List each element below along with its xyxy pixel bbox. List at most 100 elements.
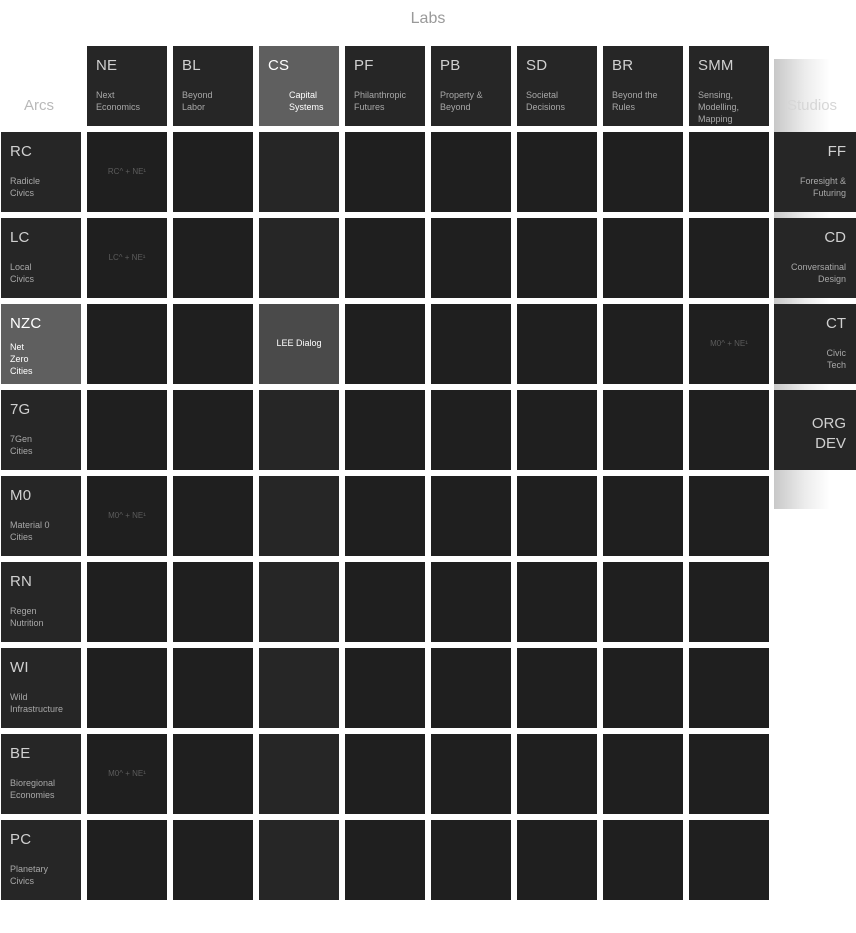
matrix-cell[interactable]: M0^ + NE¹ (689, 304, 769, 384)
matrix-cell[interactable] (517, 562, 597, 642)
matrix-cell[interactable] (517, 648, 597, 728)
matrix-cell[interactable] (173, 820, 253, 900)
arc-header-wi[interactable]: WI Wild Infrastructure (1, 648, 81, 728)
lab-header-br[interactable]: BR Beyond the Rules (603, 46, 683, 126)
matrix-cell[interactable] (603, 390, 683, 470)
matrix-cell[interactable] (173, 218, 253, 298)
matrix-cell[interactable] (603, 218, 683, 298)
lab-header-cs[interactable]: CS Capital Systems (259, 46, 339, 126)
matrix-cell[interactable]: M0^ + NE¹ (87, 734, 167, 814)
matrix-cell[interactable] (689, 218, 769, 298)
studio-ff[interactable]: FF Foresight & Futuring (774, 132, 856, 212)
matrix-cell[interactable] (345, 476, 425, 556)
matrix-cell[interactable] (603, 820, 683, 900)
matrix-cell[interactable] (689, 562, 769, 642)
matrix-cell[interactable] (259, 132, 339, 212)
arc-header-be[interactable]: BE Bioregional Economies (1, 734, 81, 814)
lab-header-pb[interactable]: PB Property & Beyond (431, 46, 511, 126)
lab-header-pf[interactable]: PF Philanthropic Futures (345, 46, 425, 126)
matrix-cell[interactable] (345, 648, 425, 728)
matrix-cell[interactable] (87, 820, 167, 900)
matrix-cell[interactable] (431, 734, 511, 814)
matrix-cell[interactable] (689, 476, 769, 556)
matrix-cell[interactable] (603, 562, 683, 642)
lab-header-bl[interactable]: BL Beyond Labor (173, 46, 253, 126)
matrix-cell[interactable] (345, 734, 425, 814)
studio-cd[interactable]: CD Conversatinal Design (774, 218, 856, 298)
cell-label: M0^ + NE¹ (108, 511, 146, 520)
matrix-cell[interactable] (173, 734, 253, 814)
matrix-cell[interactable] (689, 390, 769, 470)
arc-header-lc[interactable]: LC Local Civics (1, 218, 81, 298)
arc-header-m0[interactable]: M0 Material 0 Cities (1, 476, 81, 556)
matrix-cell[interactable] (431, 390, 511, 470)
matrix-cell[interactable]: RC^ + NE¹ (87, 132, 167, 212)
matrix-cell[interactable] (87, 390, 167, 470)
arc-name-line: Local (10, 262, 32, 272)
matrix-cell[interactable] (173, 562, 253, 642)
matrix-cell[interactable] (517, 132, 597, 212)
matrix-cell[interactable] (259, 734, 339, 814)
matrix-cell[interactable] (345, 820, 425, 900)
matrix-cell[interactable] (603, 734, 683, 814)
lab-header-sd[interactable]: SD Societal Decisions (517, 46, 597, 126)
arc-header-rn[interactable]: RN Regen Nutrition (1, 562, 81, 642)
matrix-cell[interactable]: LEE Dialog (259, 304, 339, 384)
matrix-cell[interactable] (689, 820, 769, 900)
matrix-cell[interactable] (173, 390, 253, 470)
matrix-cell[interactable] (431, 562, 511, 642)
matrix-cell[interactable] (517, 476, 597, 556)
arc-header-rc[interactable]: RC Radicle Civics (1, 132, 81, 212)
matrix-cell[interactable] (603, 132, 683, 212)
lab-header-ne[interactable]: NE Next Economics (87, 46, 167, 126)
matrix-cell[interactable] (431, 132, 511, 212)
lab-code: PB (440, 57, 461, 74)
matrix-cell[interactable] (259, 218, 339, 298)
matrix-cell[interactable] (345, 132, 425, 212)
arc-name-line: Material 0 (10, 520, 50, 530)
arc-code: BE (10, 745, 31, 762)
matrix-cell[interactable] (603, 476, 683, 556)
matrix-cell[interactable] (259, 562, 339, 642)
matrix-cell[interactable] (173, 132, 253, 212)
matrix-cell[interactable] (431, 476, 511, 556)
studio-org-dev[interactable]: ORG DEV (774, 390, 856, 470)
matrix-cell[interactable] (517, 218, 597, 298)
matrix-cell[interactable] (259, 390, 339, 470)
matrix-cell[interactable] (259, 476, 339, 556)
matrix-cell[interactable] (517, 304, 597, 384)
matrix-cell[interactable] (603, 648, 683, 728)
matrix-cell[interactable] (259, 648, 339, 728)
matrix-cell[interactable] (431, 218, 511, 298)
arcs-label: Arcs (24, 97, 54, 114)
arc-header-pc[interactable]: PC Planetary Civics (1, 820, 81, 900)
arc-header-7g[interactable]: 7G 7Gen Cities (1, 390, 81, 470)
matrix-cell[interactable] (345, 390, 425, 470)
matrix-cell[interactable] (345, 304, 425, 384)
matrix-cell[interactable] (87, 304, 167, 384)
matrix-cell[interactable] (173, 476, 253, 556)
matrix-cell[interactable]: LC^ + NE¹ (87, 218, 167, 298)
matrix-cell[interactable] (173, 648, 253, 728)
matrix-cell[interactable] (689, 132, 769, 212)
matrix-cell[interactable] (603, 304, 683, 384)
matrix-cell[interactable] (517, 390, 597, 470)
matrix-cell[interactable] (689, 648, 769, 728)
lab-header-smm[interactable]: SMM Sensing, Modelling, Mapping (689, 46, 769, 126)
studio-name-line: Foresight & (799, 176, 846, 186)
studio-ct[interactable]: CT Civic Tech (774, 304, 856, 384)
matrix-cell[interactable] (87, 648, 167, 728)
matrix-cell[interactable] (345, 218, 425, 298)
matrix-cell[interactable] (345, 562, 425, 642)
matrix-cell[interactable] (517, 820, 597, 900)
arc-header-nzc[interactable]: NZC Net Zero Cities (1, 304, 81, 384)
matrix-cell[interactable] (689, 734, 769, 814)
matrix-cell[interactable] (87, 562, 167, 642)
matrix-cell[interactable] (173, 304, 253, 384)
matrix-cell[interactable] (259, 820, 339, 900)
matrix-cell[interactable] (431, 648, 511, 728)
matrix-cell[interactable] (431, 304, 511, 384)
matrix-cell[interactable]: M0^ + NE¹ (87, 476, 167, 556)
matrix-cell[interactable] (431, 820, 511, 900)
matrix-cell[interactable] (517, 734, 597, 814)
